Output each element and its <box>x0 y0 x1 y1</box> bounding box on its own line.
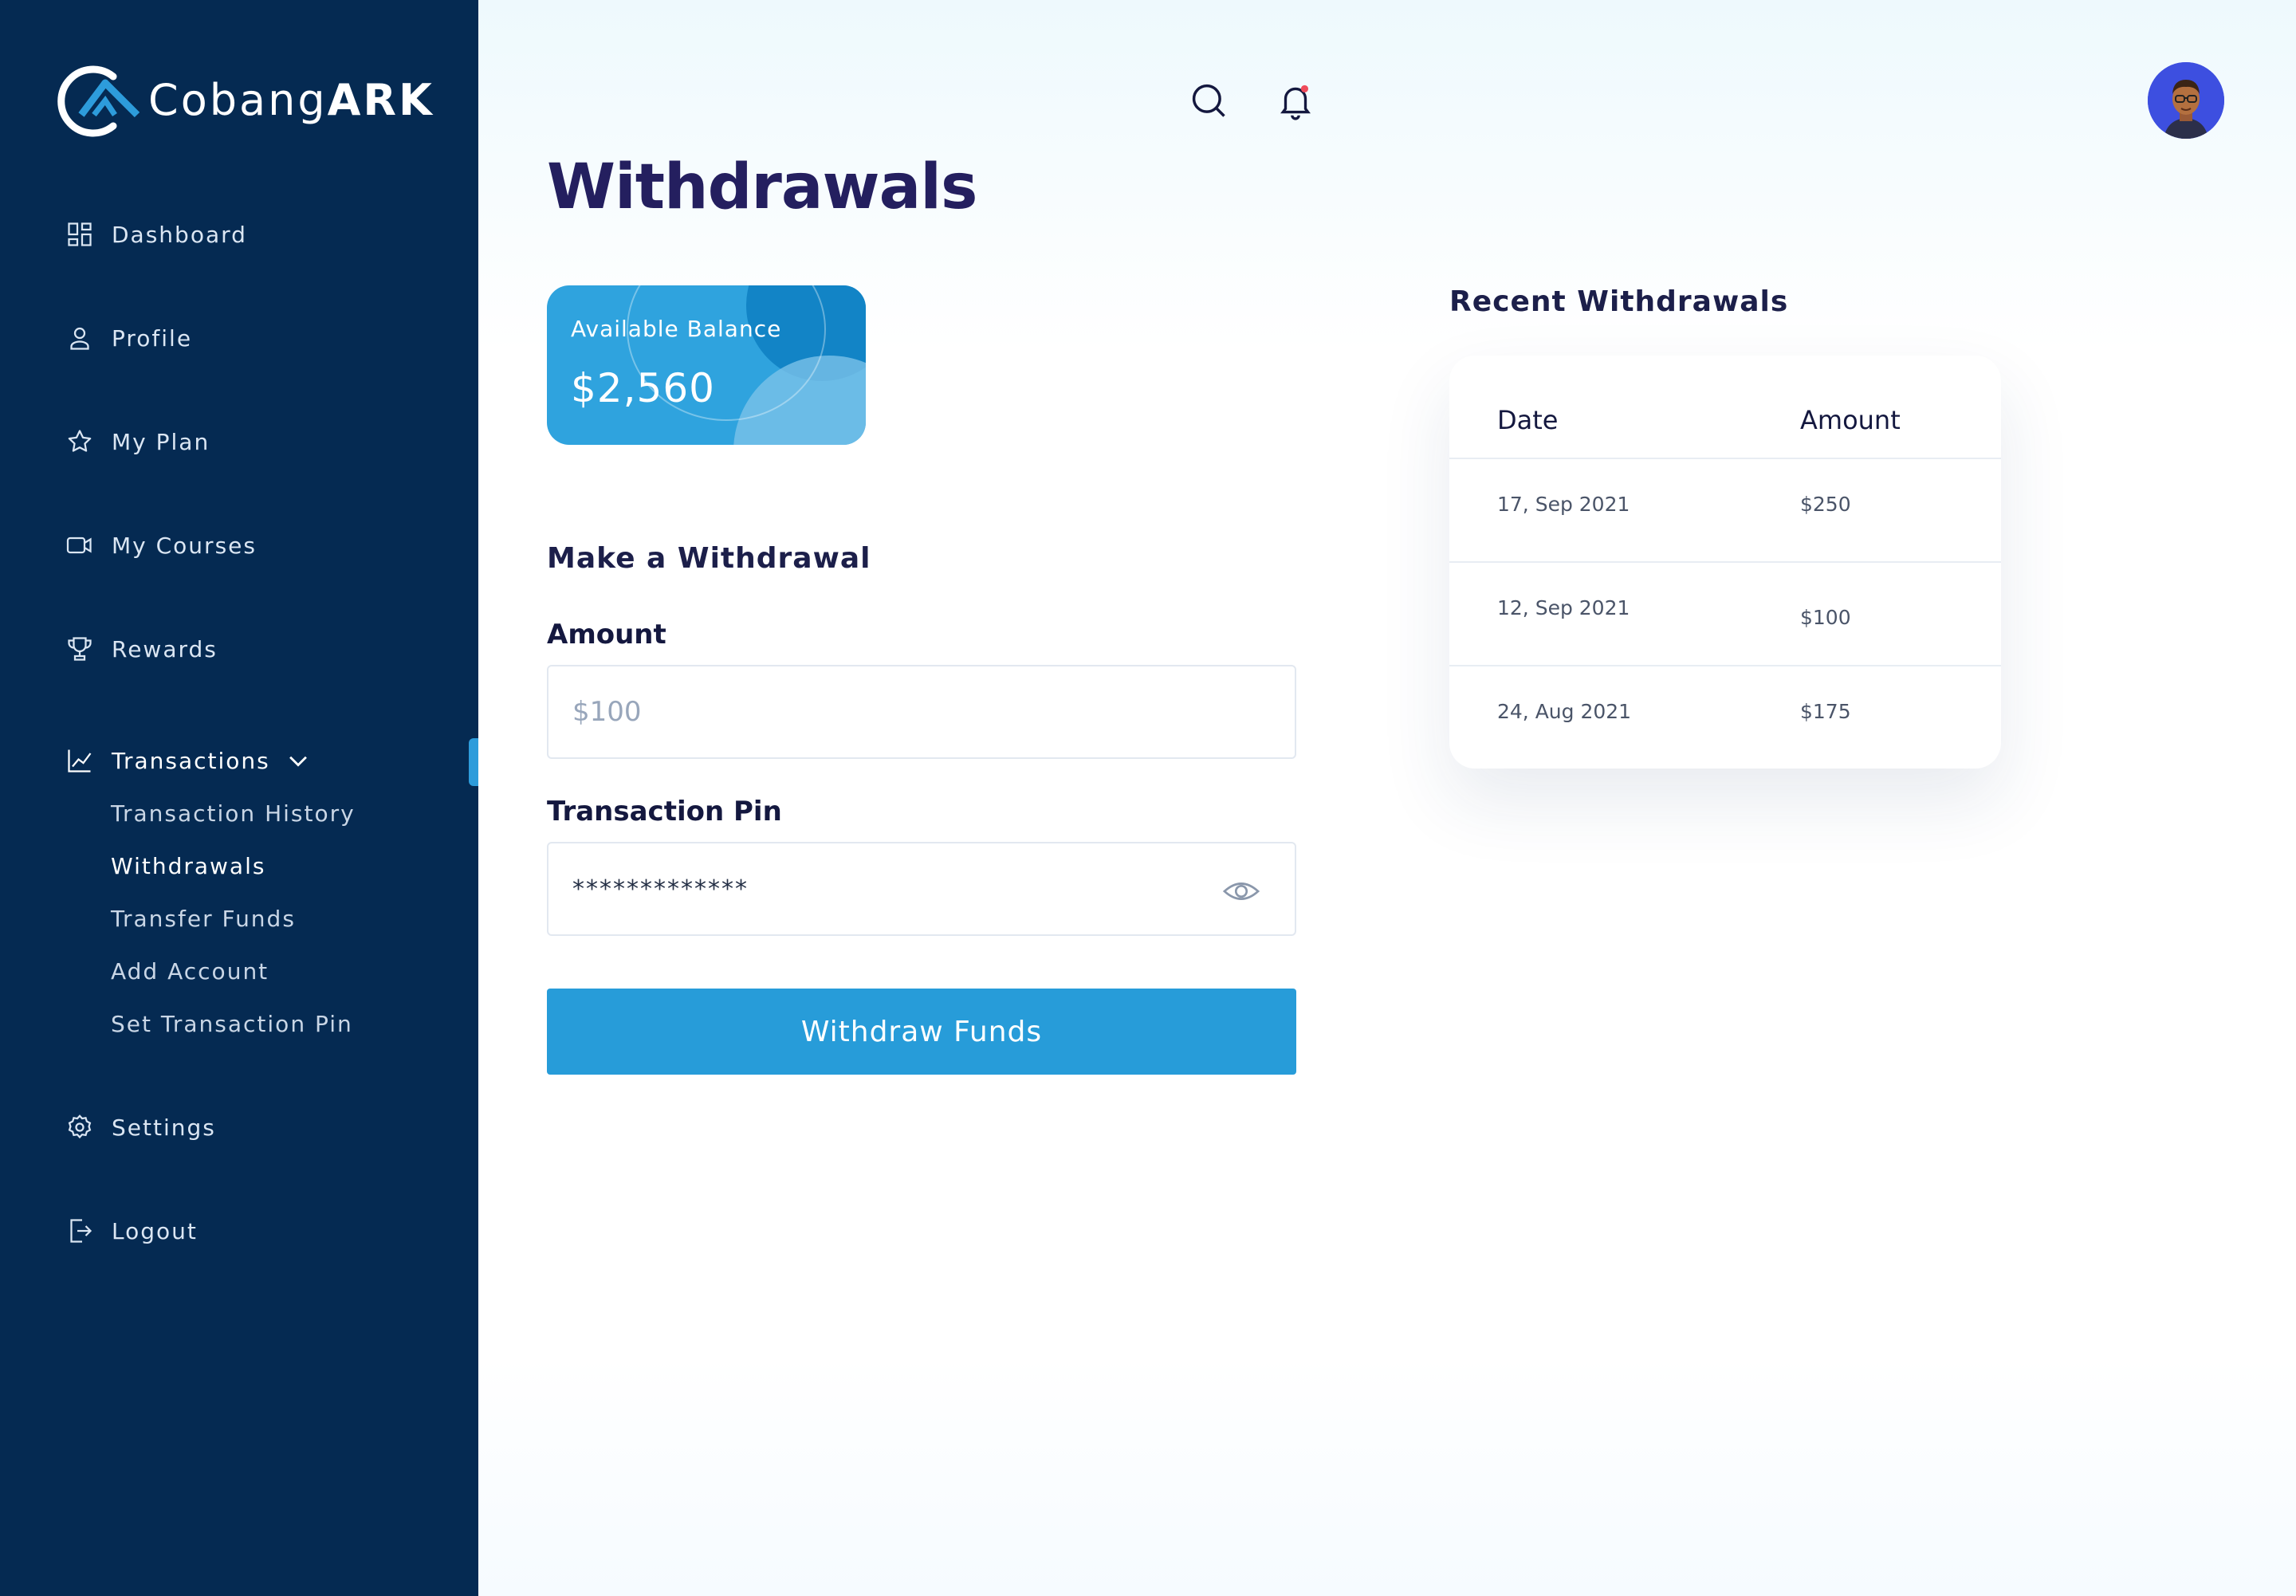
sidebar-item-label: Profile <box>112 324 193 352</box>
pin-value: ************* <box>572 875 749 903</box>
sidebar-subitem-transfer-funds[interactable]: Transfer Funds <box>111 906 296 932</box>
row-date: 24, Aug 2021 <box>1497 700 1632 723</box>
sidebar-item-label: My Plan <box>112 428 210 455</box>
logout-icon <box>64 1215 96 1247</box>
table-header-amount: Amount <box>1800 405 1901 435</box>
sidebar-subitem-add-account[interactable]: Add Account <box>111 958 269 985</box>
sidebar: CobangARK Dashboard Profile My Plan My C… <box>0 0 478 1596</box>
avatar[interactable] <box>2148 62 2224 139</box>
sidebar-item-transactions[interactable]: Transactions <box>64 738 312 783</box>
main-content: Withdrawals Available Balance $2,560 Mak… <box>478 0 2296 1596</box>
sidebar-subitem-withdrawals[interactable]: Withdrawals <box>111 853 265 879</box>
balance-label: Available Balance <box>571 316 782 342</box>
search-icon[interactable] <box>1188 80 1229 121</box>
balance-card: Available Balance $2,560 <box>547 285 866 445</box>
logo-icon <box>57 65 140 137</box>
active-indicator <box>469 738 478 786</box>
amount-label: Amount <box>547 619 666 651</box>
sidebar-item-label: My Courses <box>112 532 257 559</box>
gear-icon <box>64 1111 96 1143</box>
table-header-date: Date <box>1497 405 1559 435</box>
page-title: Withdrawals <box>547 151 977 223</box>
table-row[interactable]: 24, Aug 2021 $175 <box>1449 665 2001 769</box>
amount-field[interactable]: $100 <box>547 665 1296 759</box>
row-date: 12, Sep 2021 <box>1497 596 1630 619</box>
table-row[interactable]: 17, Sep 2021 $250 <box>1449 458 2001 561</box>
sidebar-item-label: Logout <box>112 1217 198 1244</box>
amount-placeholder: $100 <box>572 696 642 728</box>
sidebar-item-label: Rewards <box>112 635 218 662</box>
recent-withdrawals-table: Date Amount 17, Sep 2021 $250 12, Sep 20… <box>1449 356 2001 769</box>
sidebar-item-my-plan[interactable]: My Plan <box>64 419 210 464</box>
balance-value: $2,560 <box>571 365 715 411</box>
user-icon <box>64 322 96 354</box>
sidebar-item-my-courses[interactable]: My Courses <box>64 523 257 568</box>
sidebar-item-label: Transactions <box>112 747 270 774</box>
brand-name: CobangARK <box>148 75 434 125</box>
row-amount: $100 <box>1800 606 1851 629</box>
bell-icon[interactable] <box>1276 80 1315 121</box>
sidebar-subitem-transaction-history[interactable]: Transaction History <box>111 800 356 827</box>
star-icon <box>64 426 96 458</box>
withdraw-funds-button[interactable]: Withdraw Funds <box>547 989 1296 1075</box>
sidebar-item-rewards[interactable]: Rewards <box>64 627 218 671</box>
row-amount: $250 <box>1800 493 1851 516</box>
dashboard-icon <box>64 218 96 250</box>
chevron-down-icon[interactable] <box>285 747 312 774</box>
chart-line-icon <box>64 745 96 776</box>
pin-field[interactable]: ************* <box>547 842 1296 936</box>
logo[interactable]: CobangARK <box>51 62 434 139</box>
video-icon <box>64 529 96 561</box>
sidebar-item-logout[interactable]: Logout <box>64 1209 198 1253</box>
sidebar-item-settings[interactable]: Settings <box>64 1105 216 1150</box>
row-date: 17, Sep 2021 <box>1497 493 1630 516</box>
recent-withdrawals-title: Recent Withdrawals <box>1449 285 1789 318</box>
row-amount: $175 <box>1800 700 1851 723</box>
pin-label: Transaction Pin <box>547 796 782 827</box>
trophy-icon <box>64 633 96 665</box>
sidebar-item-profile[interactable]: Profile <box>64 316 192 360</box>
sidebar-item-label: Dashboard <box>112 221 247 248</box>
user-avatar-icon <box>2148 62 2224 139</box>
eye-icon[interactable] <box>1223 875 1260 907</box>
withdraw-form-title: Make a Withdrawal <box>547 542 871 575</box>
sidebar-subitem-set-transaction-pin[interactable]: Set Transaction Pin <box>111 1011 353 1037</box>
table-row[interactable]: 12, Sep 2021 $100 <box>1449 561 2001 665</box>
sidebar-item-dashboard[interactable]: Dashboard <box>64 212 247 257</box>
sidebar-item-label: Settings <box>112 1114 216 1141</box>
